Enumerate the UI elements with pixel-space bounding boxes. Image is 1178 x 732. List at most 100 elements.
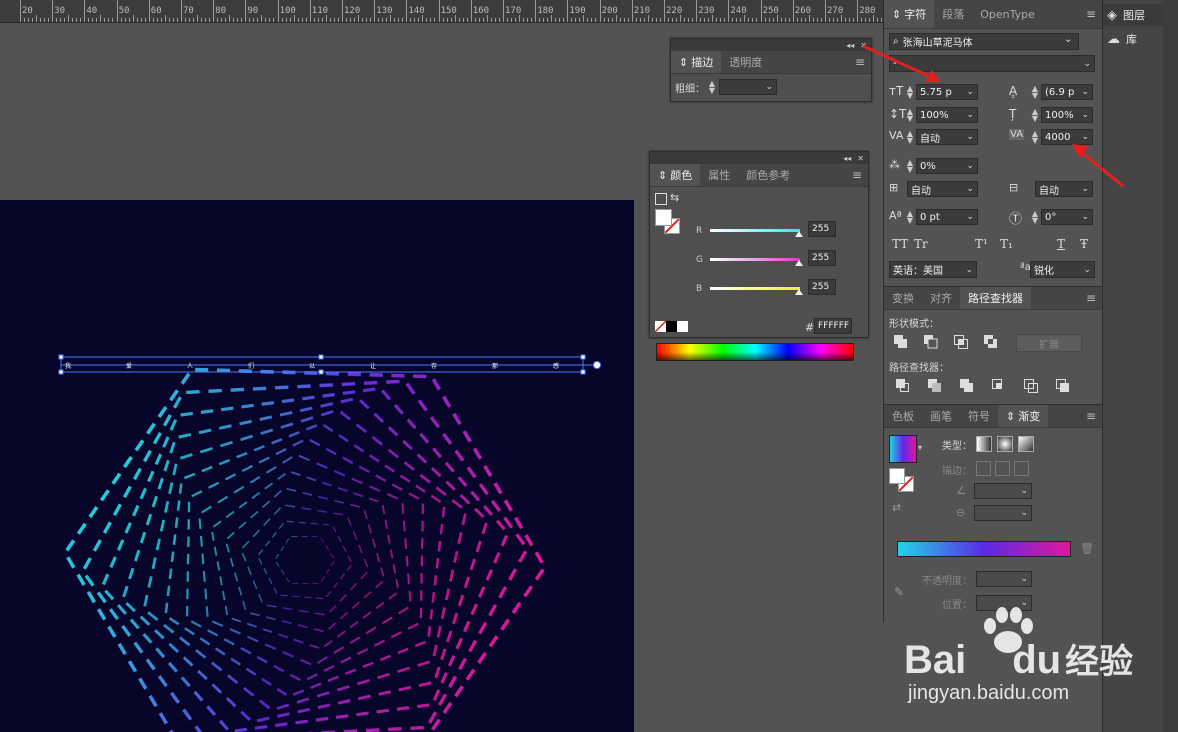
- minus-back-icon[interactable]: [1056, 379, 1070, 393]
- freeform-gradient-button[interactable]: [1018, 436, 1034, 452]
- gradient-fill-swatch[interactable]: [889, 468, 905, 484]
- intersect-icon[interactable]: [954, 335, 968, 349]
- tab-align[interactable]: 对齐: [922, 287, 960, 309]
- gradient-preview-swatch[interactable]: [889, 435, 917, 463]
- divide-icon[interactable]: [896, 379, 910, 393]
- gradient-angle-field[interactable]: ⌄: [974, 483, 1032, 499]
- panel-menu-icon[interactable]: ≡: [1080, 405, 1102, 427]
- tunnel-artwork[interactable]: [0, 200, 634, 732]
- tab-color[interactable]: ⇕ 颜色: [650, 164, 701, 186]
- all-caps-button[interactable]: TT: [892, 237, 908, 251]
- exclude-icon[interactable]: [984, 335, 998, 349]
- layers-button[interactable]: ◈ 图层: [1103, 4, 1167, 26]
- weight-field[interactable]: ⌄: [719, 79, 777, 95]
- merge-icon[interactable]: [960, 379, 974, 393]
- hex-field[interactable]: FFFFFF: [814, 318, 852, 334]
- collapse-icon[interactable]: ◂◂: [843, 154, 851, 163]
- chevron-down-icon[interactable]: ⌄: [1081, 265, 1091, 275]
- panel-menu-icon[interactable]: ≡: [1080, 0, 1102, 28]
- tab-stroke[interactable]: ⇕ 描边: [671, 51, 722, 73]
- chevron-down-icon[interactable]: ⌄: [963, 265, 973, 275]
- tunnel-dash: [398, 606, 409, 615]
- tab-color-guide[interactable]: 颜色参考: [738, 164, 798, 186]
- stroke-across-button[interactable]: [1014, 461, 1029, 476]
- tab-symbols[interactable]: 符号: [960, 405, 998, 427]
- slider-thumb[interactable]: [795, 260, 803, 266]
- underline-button[interactable]: T: [1057, 237, 1065, 251]
- unite-icon[interactable]: [894, 335, 908, 349]
- linear-gradient-button[interactable]: [976, 436, 992, 452]
- tab-transparency[interactable]: 透明度: [721, 51, 770, 73]
- tunnel-dash: [298, 454, 311, 462]
- tab-opentype[interactable]: OpenType: [972, 0, 1043, 28]
- channel-value-field[interactable]: 255: [808, 250, 836, 266]
- default-colors-icon[interactable]: [655, 193, 667, 205]
- collapse-icon[interactable]: ◂◂: [846, 41, 854, 50]
- trash-icon[interactable]: 🗑: [1080, 542, 1094, 555]
- reverse-gradient-icon[interactable]: ⇄: [892, 501, 901, 514]
- weight-spinner[interactable]: ▲ ▼: [708, 80, 716, 95]
- panel-menu-icon[interactable]: ≡: [1080, 287, 1102, 309]
- color-spectrum[interactable]: [656, 343, 854, 361]
- tunnel-dash: [317, 509, 328, 513]
- channel-value-field[interactable]: 255: [808, 221, 836, 237]
- slider-thumb[interactable]: [795, 289, 803, 295]
- radial-gradient-button[interactable]: [997, 436, 1013, 452]
- fill-swatch[interactable]: [655, 209, 672, 226]
- crop-icon[interactable]: [992, 379, 1006, 393]
- tab-pathfinder[interactable]: 路径查找器: [960, 287, 1031, 309]
- tunnel-dash: [166, 585, 171, 597]
- baseline-spinner[interactable]: ▲ ▼: [906, 210, 914, 225]
- expand-button[interactable]: 扩展: [1016, 334, 1082, 352]
- tab-paragraph[interactable]: 段落: [934, 0, 972, 28]
- slider-thumb[interactable]: [795, 231, 803, 237]
- chevron-down-icon[interactable]: ⌄: [1018, 508, 1028, 518]
- scrollbar[interactable]: [1163, 0, 1178, 732]
- text-selection-frame[interactable]: 我爱人们以让存那感: [55, 350, 615, 380]
- quick-swatches[interactable]: [655, 321, 689, 332]
- artboard[interactable]: [0, 200, 634, 732]
- minus-front-icon[interactable]: [924, 335, 938, 349]
- tab-swatches[interactable]: 色板: [884, 405, 922, 427]
- chevron-down-icon[interactable]: ▾: [918, 443, 922, 452]
- stroke-along-button[interactable]: [995, 461, 1010, 476]
- tab-character[interactable]: ⇕ 字符: [884, 0, 935, 28]
- tab-transform[interactable]: 变换: [884, 287, 922, 309]
- swap-colors-icon[interactable]: ⇆: [670, 191, 679, 204]
- chevron-down-icon[interactable]: ⌄: [1018, 574, 1028, 584]
- antialias-field[interactable]: 锐化 ⌄: [1030, 261, 1095, 278]
- channel-slider[interactable]: [710, 229, 800, 232]
- tab-brushes[interactable]: 画笔: [922, 405, 960, 427]
- gradient-slider[interactable]: [897, 541, 1071, 557]
- gradient-aspect-field[interactable]: ⌄: [974, 505, 1032, 521]
- channel-slider[interactable]: [710, 287, 800, 290]
- language-field[interactable]: 英语：美国 ⌄: [889, 261, 977, 278]
- ruler-mark: [583, 15, 585, 22]
- baseline-field[interactable]: 0 pt ⌄: [916, 209, 978, 225]
- subscript-button[interactable]: T₁: [1000, 237, 1013, 251]
- chevron-down-icon[interactable]: ⌄: [1018, 486, 1028, 496]
- superscript-button[interactable]: T¹: [975, 237, 988, 251]
- outline-icon[interactable]: [1024, 379, 1038, 393]
- small-caps-button[interactable]: Tr: [914, 237, 928, 251]
- rotation-field[interactable]: 0° ⌄: [1041, 209, 1093, 225]
- chevron-down-icon[interactable]: ⌄: [1079, 212, 1089, 222]
- tunnel-dash: [281, 398, 295, 404]
- channel-slider[interactable]: [710, 258, 800, 261]
- horizontal-ruler[interactable]: 20 30 40 50 60 70 80 90 100 110 120 130 140 150 160 170…: [0, 0, 884, 23]
- trim-icon[interactable]: [928, 379, 942, 393]
- tunnel-dash: [174, 517, 179, 528]
- eyedropper-icon[interactable]: ✎: [894, 585, 904, 599]
- strikethrough-button[interactable]: Ŧ: [1080, 237, 1088, 251]
- chevron-down-icon[interactable]: ⌄: [763, 82, 773, 92]
- tab-attributes[interactable]: 属性: [700, 164, 738, 186]
- chevron-down-icon[interactable]: ⌄: [964, 212, 974, 222]
- rotation-spinner[interactable]: ▲ ▼: [1031, 210, 1039, 225]
- channel-value-field[interactable]: 255: [808, 279, 836, 295]
- tab-gradient[interactable]: ⇕ 渐变: [998, 405, 1049, 427]
- opacity-field[interactable]: ⌄: [976, 571, 1032, 587]
- ruler-mark: [494, 18, 496, 22]
- tunnel-dash: [296, 697, 310, 704]
- tunnel-dash: [391, 483, 403, 491]
- stroke-within-button[interactable]: [976, 461, 991, 476]
